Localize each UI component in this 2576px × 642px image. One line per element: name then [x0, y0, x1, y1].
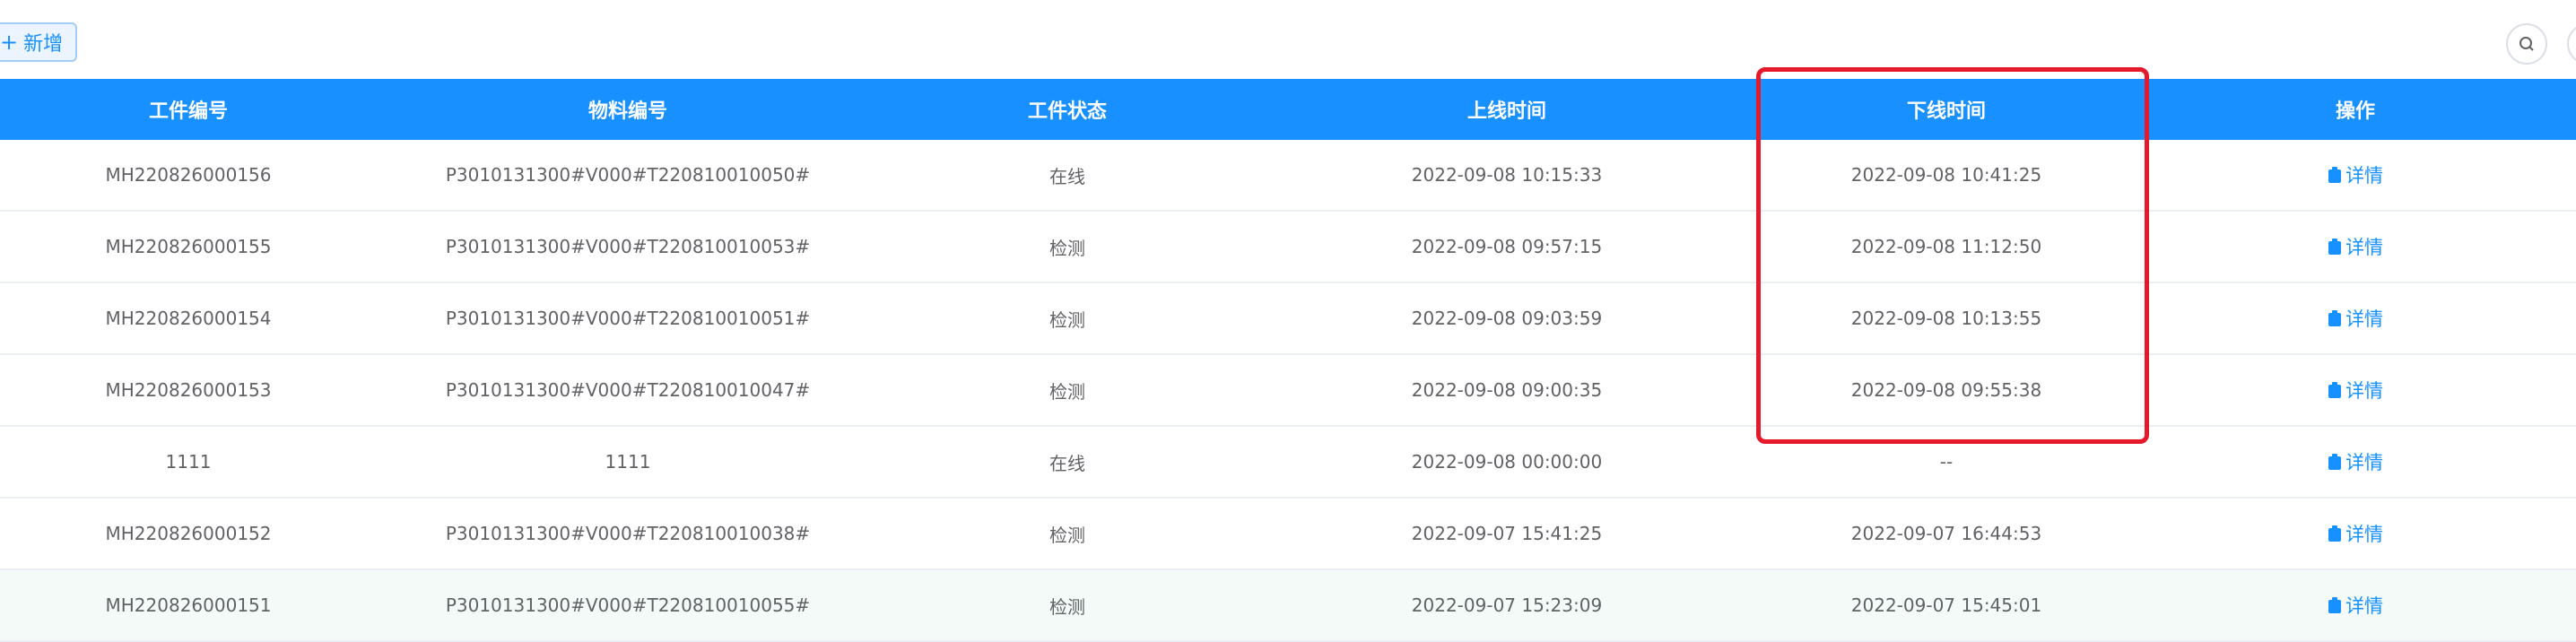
table-header-row: 工件编号 物料编号 工件状态 上线时间 下线时间 操作 — [0, 79, 2576, 140]
add-button[interactable]: + 新增 — [0, 22, 78, 62]
cell-action: 详情 — [2135, 140, 2576, 212]
clipboard-icon — [2328, 525, 2341, 542]
cell-part-no: MH220826000156 — [0, 140, 377, 212]
cell-action: 详情 — [2135, 426, 2576, 499]
cell-offline-time: 2022-09-07 16:44:53 — [1758, 498, 2135, 570]
cell-offline-time: 2022-09-07 15:45:01 — [1758, 569, 2135, 642]
cell-status: 检测 — [879, 354, 1256, 427]
cell-part-no: MH220826000154 — [0, 282, 377, 355]
table-row: MH220826000153 P3010131300#V000#T2208100… — [0, 354, 2576, 427]
cell-material-no: P3010131300#V000#T220810010050# — [377, 140, 879, 212]
cell-material-no: P3010131300#V000#T220810010047# — [377, 354, 879, 427]
cell-online-time: 2022-09-08 09:03:59 — [1256, 282, 1758, 355]
cell-online-time: 2022-09-08 09:57:15 — [1256, 211, 1758, 283]
detail-link-label: 详情 — [2345, 595, 2383, 617]
clipboard-icon — [2328, 167, 2341, 183]
detail-link-label: 详情 — [2345, 524, 2383, 545]
cell-online-time: 2022-09-08 00:00:00 — [1256, 426, 1758, 499]
cell-action: 详情 — [2135, 211, 2576, 283]
clipboard-icon — [2328, 310, 2341, 326]
search-button[interactable] — [2506, 23, 2547, 65]
table-row: MH220826000155 P3010131300#V000#T2208100… — [0, 211, 2576, 283]
table-row: MH220826000156 P3010131300#V000#T2208100… — [0, 140, 2576, 212]
detail-link-label: 详情 — [2345, 165, 2383, 187]
data-table: 工件编号 物料编号 工件状态 上线时间 下线时间 操作 MH2208260001… — [0, 79, 2576, 642]
cell-part-no: MH220826000152 — [0, 498, 377, 570]
detail-link-label: 详情 — [2345, 380, 2383, 402]
cell-status: 在线 — [879, 426, 1256, 499]
detail-link-label: 详情 — [2345, 237, 2383, 258]
cell-status: 在线 — [879, 140, 1256, 212]
cell-part-no: MH220826000151 — [0, 569, 377, 642]
header-status: 工件状态 — [879, 79, 1256, 140]
cell-offline-time: 2022-09-08 11:12:50 — [1758, 211, 2135, 283]
cell-action: 详情 — [2135, 498, 2576, 570]
header-part-no: 工件编号 — [0, 79, 377, 140]
cell-action: 详情 — [2135, 354, 2576, 427]
cell-material-no: P3010131300#V000#T220810010051# — [377, 282, 879, 355]
refresh-button[interactable] — [2567, 23, 2576, 65]
cell-status: 检测 — [879, 282, 1256, 355]
cell-material-no: P3010131300#V000#T220810010053# — [377, 211, 879, 283]
cell-action: 详情 — [2135, 282, 2576, 355]
cell-online-time: 2022-09-07 15:41:25 — [1256, 498, 1758, 570]
detail-link[interactable]: 详情 — [2328, 233, 2383, 260]
cell-part-no: 1111 — [0, 426, 377, 499]
detail-link-label: 详情 — [2345, 452, 2383, 473]
detail-link[interactable]: 详情 — [2328, 305, 2383, 332]
cell-status: 检测 — [879, 498, 1256, 570]
table-row: 1111 1111 在线 2022-09-08 00:00:00 -- 详情 — [0, 426, 2576, 499]
clipboard-icon — [2328, 239, 2341, 255]
cell-action: 详情 — [2135, 569, 2576, 642]
cell-status: 检测 — [879, 211, 1256, 283]
detail-link[interactable]: 详情 — [2328, 448, 2383, 475]
header-material-no: 物料编号 — [377, 79, 879, 140]
detail-link[interactable]: 详情 — [2328, 377, 2383, 403]
cell-material-no: P3010131300#V000#T220810010055# — [377, 569, 879, 642]
table-row: MH220826000154 P3010131300#V000#T2208100… — [0, 282, 2576, 355]
cell-online-time: 2022-09-08 09:00:35 — [1256, 354, 1758, 427]
cell-material-no: P3010131300#V000#T220810010038# — [377, 498, 879, 570]
cell-online-time: 2022-09-07 15:23:09 — [1256, 569, 1758, 642]
table-row: MH220826000152 P3010131300#V000#T2208100… — [0, 498, 2576, 570]
detail-link[interactable]: 详情 — [2328, 592, 2383, 619]
cell-offline-time: 2022-09-08 09:55:38 — [1758, 354, 2135, 427]
cell-online-time: 2022-09-08 10:15:33 — [1256, 140, 1758, 212]
detail-link-label: 详情 — [2345, 308, 2383, 330]
cell-material-no: 1111 — [377, 426, 879, 499]
clipboard-icon — [2328, 454, 2341, 470]
search-icon — [2519, 37, 2534, 51]
cell-part-no: MH220826000155 — [0, 211, 377, 283]
cell-offline-time: 2022-09-08 10:13:55 — [1758, 282, 2135, 355]
cell-part-no: MH220826000153 — [0, 354, 377, 427]
cell-offline-time: 2022-09-08 10:41:25 — [1758, 140, 2135, 212]
clipboard-icon — [2328, 597, 2341, 613]
detail-link[interactable]: 详情 — [2328, 520, 2383, 547]
plus-icon: + — [0, 30, 19, 55]
cell-status: 检测 — [879, 569, 1256, 642]
header-action: 操作 — [2135, 79, 2576, 140]
add-button-label: 新增 — [23, 33, 64, 56]
header-offline-time: 下线时间 — [1758, 79, 2135, 140]
clipboard-icon — [2328, 382, 2341, 398]
toolbar: + 新增 — [0, 0, 2576, 79]
cell-offline-time: -- — [1758, 426, 2135, 499]
header-online-time: 上线时间 — [1256, 79, 1758, 140]
detail-link[interactable]: 详情 — [2328, 161, 2383, 188]
table-row: MH220826000151 P3010131300#V000#T2208100… — [0, 569, 2576, 642]
